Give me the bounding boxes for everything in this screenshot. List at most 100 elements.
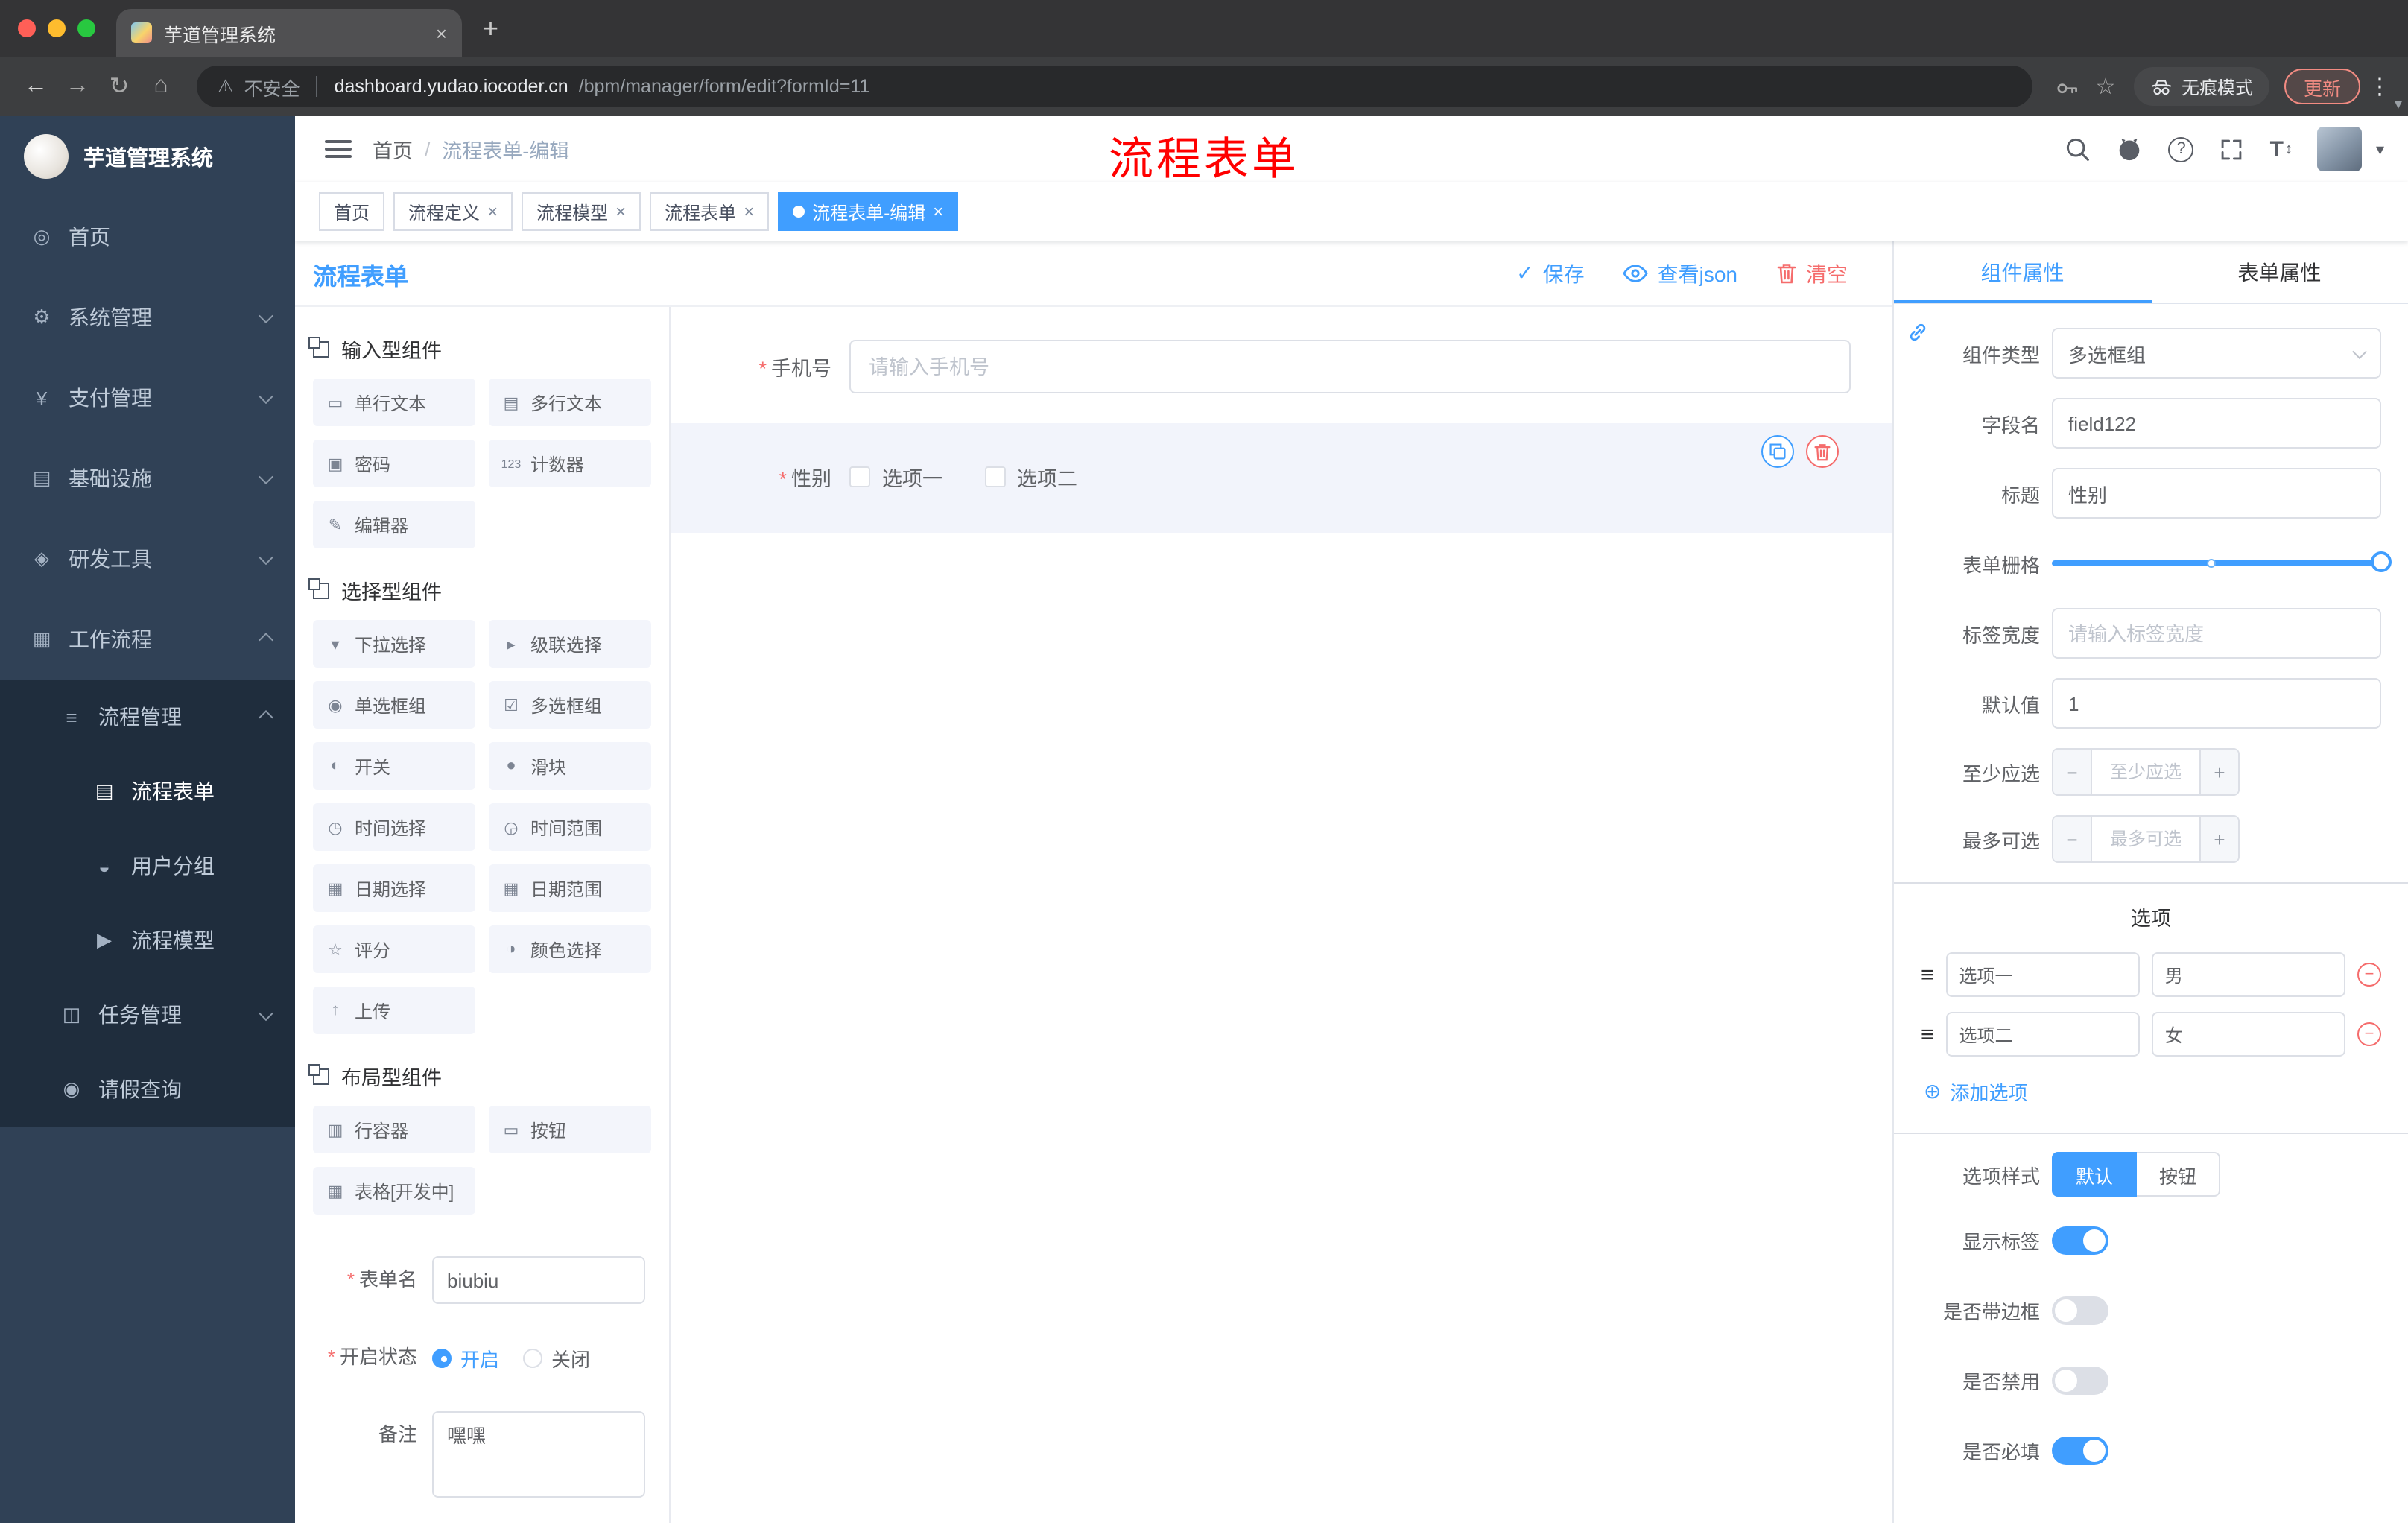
tag-process-form[interactable]: 流程表单 × — [650, 192, 770, 231]
label-width-input[interactable] — [2052, 608, 2381, 659]
gender-option1-checkbox[interactable]: 选项一 — [849, 462, 942, 492]
required-switch[interactable] — [2052, 1437, 2108, 1465]
palette-item-textarea[interactable]: ▤ 多行文本 — [489, 379, 651, 426]
canvas-field-phone[interactable]: * 手机号 — [671, 325, 1892, 408]
canvas-field-gender[interactable]: * 性别 选项一 选项二 — [671, 423, 1892, 533]
decrease-button[interactable]: − — [2053, 817, 2092, 861]
sidebar-item-workflow[interactable]: ▦ 工作流程 — [0, 599, 295, 680]
sidebar-item-dev-tools[interactable]: ◈ 研发工具 — [0, 519, 295, 599]
palette-item-upload[interactable]: ↑ 上传 — [313, 987, 475, 1034]
back-button[interactable]: ← — [15, 66, 57, 107]
tag-close-icon[interactable]: × — [933, 201, 943, 222]
github-icon[interactable] — [2117, 136, 2144, 162]
palette-item-cascader[interactable]: ▸ 级联选择 — [489, 620, 651, 668]
sidebar-item-user-group[interactable]: ◒ 用户分组 — [0, 829, 295, 903]
reload-button[interactable]: ↻ — [98, 66, 140, 107]
save-button[interactable]: ✓ 保存 — [1516, 259, 1584, 288]
palette-item-date-range[interactable]: ▦ 日期范围 — [489, 864, 651, 912]
app-logo[interactable]: 芋道管理系统 — [0, 116, 295, 197]
palette-item-time-picker[interactable]: ◷ 时间选择 — [313, 803, 475, 851]
remove-option-button[interactable]: − — [2357, 963, 2382, 987]
tag-close-icon[interactable]: × — [487, 201, 498, 222]
tab-form-props[interactable]: 表单属性 — [2151, 241, 2408, 303]
gender-option2-checkbox[interactable]: 选项二 — [984, 462, 1077, 492]
form-name-input[interactable] — [432, 1256, 645, 1304]
new-tab-button[interactable]: + — [483, 9, 498, 48]
show-label-switch[interactable] — [2052, 1226, 2108, 1255]
tag-close-icon[interactable]: × — [615, 201, 626, 222]
max-select-input[interactable] — [2092, 817, 2199, 861]
palette-item-text-input[interactable]: ▭ 单行文本 — [313, 379, 475, 426]
password-key-icon[interactable] — [2047, 67, 2086, 106]
slider-handle[interactable] — [2371, 551, 2392, 572]
option2-label-input[interactable] — [1945, 1012, 2140, 1057]
default-value-input[interactable] — [2052, 678, 2381, 729]
palette-item-button[interactable]: ▭ 按钮 — [489, 1106, 651, 1153]
tag-process-definition[interactable]: 流程定义 × — [393, 192, 513, 231]
option1-value-input[interactable] — [2151, 952, 2346, 997]
toolbar-caret-icon[interactable]: ▾ — [2395, 97, 2402, 113]
field-name-input[interactable] — [2052, 398, 2381, 449]
drag-handle-icon[interactable]: ≡ — [1921, 963, 1934, 986]
font-size-icon[interactable]: T ↕ — [2270, 136, 2293, 162]
increase-button[interactable]: + — [2199, 750, 2238, 794]
maximize-window-button[interactable] — [77, 19, 95, 37]
fullscreen-icon[interactable] — [2220, 136, 2245, 162]
avatar[interactable] — [2317, 127, 2363, 171]
phone-input[interactable] — [849, 340, 1851, 393]
tag-process-form-edit[interactable]: 流程表单-编辑 × — [778, 192, 959, 231]
sidebar-item-payment-mgmt[interactable]: ¥ 支付管理 — [0, 358, 295, 438]
search-icon[interactable] — [2065, 136, 2091, 162]
sidebar-item-infrastructure[interactable]: ▤ 基础设施 — [0, 438, 295, 519]
update-chrome-button[interactable]: 更新 — [2284, 69, 2360, 104]
clear-button[interactable]: 清空 — [1776, 259, 1848, 288]
view-json-button[interactable]: 查看json — [1623, 259, 1737, 288]
status-off-radio[interactable]: 关闭 — [523, 1343, 590, 1372]
copy-widget-button[interactable] — [1761, 435, 1794, 468]
avatar-caret-icon[interactable]: ▾ — [2376, 139, 2384, 159]
drag-handle-icon[interactable]: ≡ — [1921, 1023, 1934, 1045]
sidebar-item-process-model[interactable]: ▶ 流程模型 — [0, 903, 295, 978]
sidebar-item-process-form[interactable]: ▤ 流程表单 — [0, 754, 295, 829]
decrease-button[interactable]: − — [2053, 750, 2092, 794]
close-window-button[interactable] — [18, 19, 36, 37]
palette-item-row-container[interactable]: ▥ 行容器 — [313, 1106, 475, 1153]
link-icon[interactable] — [1901, 316, 1934, 349]
style-button-button[interactable]: 按钮 — [2137, 1152, 2221, 1197]
palette-item-table[interactable]: ▦ 表格[开发中] — [313, 1167, 475, 1215]
style-default-button[interactable]: 默认 — [2052, 1152, 2138, 1197]
tab-component-props[interactable]: 组件属性 — [1894, 241, 2151, 303]
palette-item-slider[interactable]: ● 滑块 — [489, 742, 651, 790]
title-input[interactable] — [2052, 468, 2381, 519]
grid-slider[interactable] — [2052, 538, 2392, 589]
palette-item-counter[interactable]: 123 计数器 — [489, 440, 651, 487]
palette-item-color-picker[interactable]: ◑ 颜色选择 — [489, 925, 651, 973]
palette-item-password[interactable]: ▣ 密码 — [313, 440, 475, 487]
sidebar-item-leave-query[interactable]: ◉ 请假查询 — [0, 1052, 295, 1127]
option1-label-input[interactable] — [1945, 952, 2140, 997]
remove-option-button[interactable]: − — [2357, 1022, 2382, 1046]
sidebar-item-process-mgmt[interactable]: ≡ 流程管理 — [0, 680, 295, 754]
remark-textarea[interactable]: 嘿嘿 — [432, 1411, 645, 1498]
tag-home[interactable]: 首页 — [319, 192, 385, 231]
security-label[interactable]: 不安全 — [244, 72, 300, 101]
component-type-select[interactable]: 多选框组 — [2052, 328, 2381, 379]
tag-process-model[interactable]: 流程模型 × — [522, 192, 641, 231]
sidebar-toggle-icon[interactable] — [325, 140, 352, 158]
palette-item-rate[interactable]: ☆ 评分 — [313, 925, 475, 973]
sidebar-item-system-mgmt[interactable]: ⚙ 系统管理 — [0, 277, 295, 358]
tab-close-icon[interactable]: × — [436, 22, 447, 44]
palette-item-date-picker[interactable]: ▦ 日期选择 — [313, 864, 475, 912]
tag-close-icon[interactable]: × — [744, 201, 754, 222]
help-icon[interactable]: ? — [2168, 136, 2194, 162]
address-bar[interactable]: ⚠ 不安全 dashboard.yudao.iocoder.cn/bpm/man… — [197, 66, 2032, 107]
option2-value-input[interactable] — [2151, 1012, 2346, 1057]
palette-item-switch[interactable]: ◐ 开关 — [313, 742, 475, 790]
status-on-radio[interactable]: 开启 — [432, 1343, 499, 1372]
minimize-window-button[interactable] — [48, 19, 66, 37]
home-button[interactable]: ⌂ — [140, 66, 182, 107]
disabled-switch[interactable] — [2052, 1367, 2108, 1395]
palette-item-select[interactable]: ▾ 下拉选择 — [313, 620, 475, 668]
browser-menu-icon[interactable]: ⋮ — [2366, 73, 2393, 100]
sidebar-item-home[interactable]: ◎ 首页 — [0, 197, 295, 277]
